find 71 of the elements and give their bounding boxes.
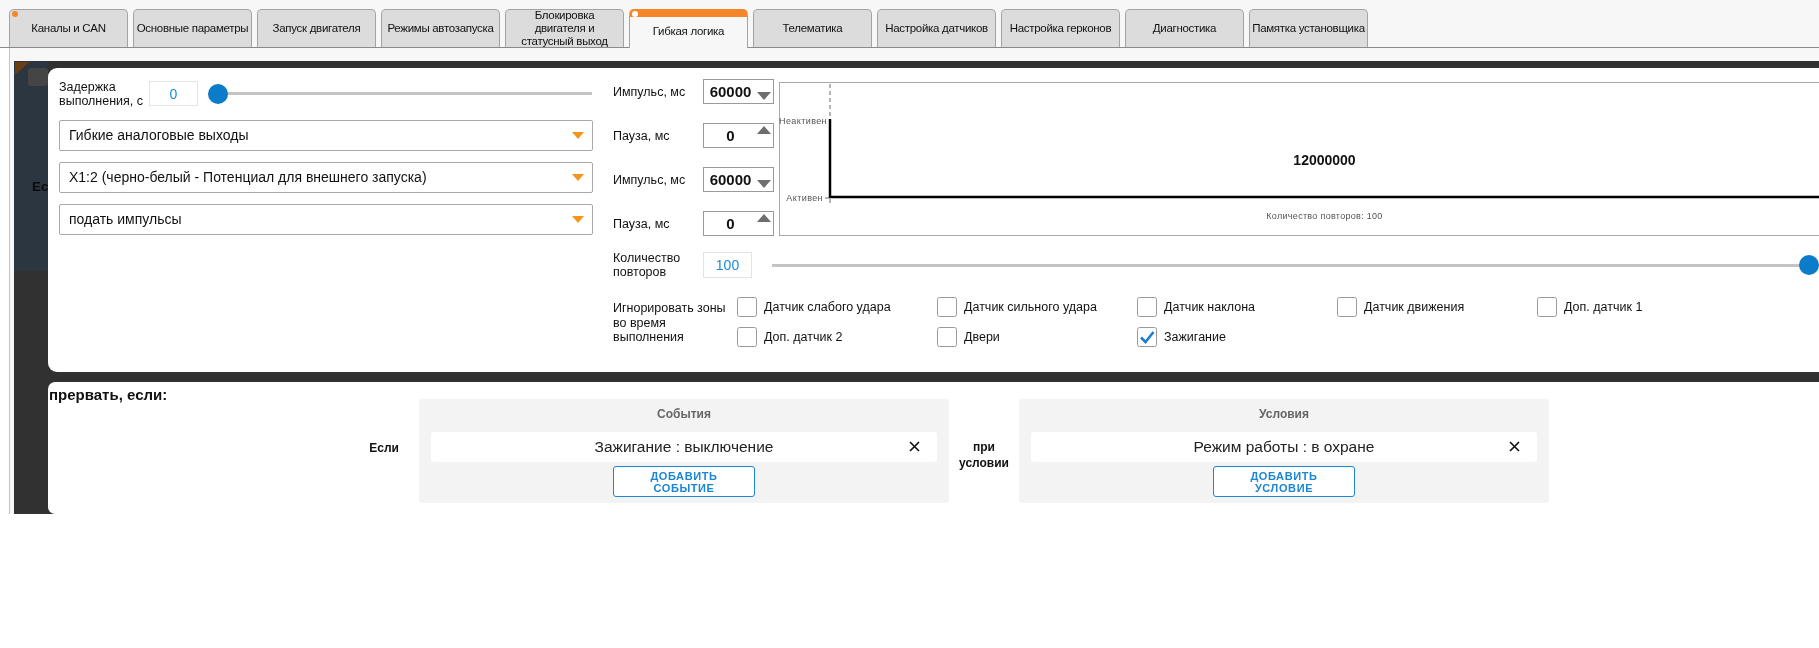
corner-triangle-icon (15, 62, 29, 75)
panel-title: События (657, 406, 711, 423)
caret-icon (572, 132, 584, 139)
spin-box[interactable]: 60000 (703, 167, 774, 192)
field-label: Количество повторов (613, 251, 682, 279)
down-triangle-icon[interactable] (757, 180, 771, 188)
checkbox[interactable] (1137, 327, 1157, 347)
up-triangle-icon[interactable] (757, 214, 771, 222)
close-icon[interactable] (909, 441, 920, 452)
number-input[interactable]: 100 (703, 252, 752, 278)
dimmed-square-icon (28, 68, 48, 86)
slider-thumb[interactable] (208, 83, 228, 104)
spin-box[interactable]: 0 (703, 123, 774, 148)
panel-title: Условия (1259, 406, 1309, 423)
checkbox[interactable] (937, 297, 957, 317)
checkbox[interactable] (737, 297, 757, 317)
checkbox[interactable] (937, 327, 957, 347)
down-triangle-icon[interactable] (757, 92, 771, 100)
close-icon[interactable] (1509, 441, 1520, 452)
checkbox[interactable] (1137, 297, 1157, 317)
tab[interactable]: Режимы автозапуска (381, 9, 500, 47)
row-text: Режим работы : в охране (1193, 437, 1375, 458)
checkbox-label: Датчик наклона (1164, 298, 1255, 316)
checkbox-label: Доп. датчик 2 (764, 328, 843, 346)
checkbox-label: Датчик сильного удара (964, 298, 1097, 316)
field-label: Пауза, мс (613, 216, 671, 231)
checkbox[interactable] (1537, 297, 1557, 317)
number-input[interactable]: 0 (149, 81, 198, 106)
slider-thumb[interactable] (1799, 255, 1819, 275)
tab[interactable]: Настройка датчиков (877, 9, 996, 47)
tab[interactable]: Основные параметры (133, 9, 252, 47)
checkbox[interactable] (737, 327, 757, 347)
up-triangle-icon[interactable] (757, 126, 771, 134)
field-label: Игнорировать зоны во время выполнения (613, 300, 727, 346)
caret-icon (572, 216, 584, 223)
checkbox-label: Доп. датчик 1 (1564, 298, 1643, 316)
duration-value: 12000000 (1293, 151, 1356, 169)
tab[interactable]: Запуск двигателя (257, 9, 376, 47)
tab[interactable]: Каналы и CAN (9, 9, 128, 47)
state-label: Неактивен (779, 116, 827, 126)
spin-box[interactable]: 60000 (703, 79, 774, 104)
checkbox-label: Зажигание (1164, 328, 1226, 346)
dropdown[interactable]: подать импульсы (59, 204, 593, 235)
repeat-count-caption: Количество повторов: 100 (1266, 211, 1383, 222)
tab[interactable]: Блокировка двигателя и статусный выход (505, 9, 624, 47)
spin-box[interactable]: 0 (703, 211, 774, 236)
dropdown[interactable]: X1:2 (черно-белый - Потенциал для внешнего запуска) (59, 162, 593, 193)
field-label: Импульс, мс (613, 84, 687, 99)
state-label: Активен (786, 193, 823, 203)
tab[interactable]: Телематика (753, 9, 872, 47)
tab[interactable]: Памятка установщика (1249, 9, 1368, 47)
row-text: Зажигание : выключение (594, 437, 774, 458)
list-row[interactable]: Режим работы : в охране (1031, 432, 1537, 462)
checkbox-label: Датчик слабого удара (764, 298, 891, 316)
checkbox-label: Датчик движения (1364, 298, 1465, 316)
field-label: Пауза, мс (613, 128, 671, 143)
tab[interactable]: Гибкая логика (629, 9, 748, 48)
section-title: прервать, если: (49, 386, 168, 404)
caret-icon (572, 174, 584, 181)
condition-label: при условии (958, 439, 1010, 471)
list-row[interactable]: Зажигание : выключение (431, 432, 937, 462)
field-label: Задержка выполнения, с (59, 79, 145, 108)
add-event-button[interactable]: ДОБАВИТЬ СОБЫТИЕ (613, 466, 755, 497)
tab[interactable]: Диагностика (1125, 9, 1244, 47)
if-label: Если (369, 441, 399, 456)
add-condition-button[interactable]: ДОБАВИТЬ УСЛОВИЕ (1213, 466, 1355, 497)
tab[interactable]: Настройка герконов (1001, 9, 1120, 47)
dropdown[interactable]: Гибкие аналоговые выходы (59, 120, 593, 151)
checkbox-label: Двери (964, 328, 1000, 346)
checkbox[interactable] (1337, 297, 1357, 317)
field-label: Импульс, мс (613, 172, 687, 187)
